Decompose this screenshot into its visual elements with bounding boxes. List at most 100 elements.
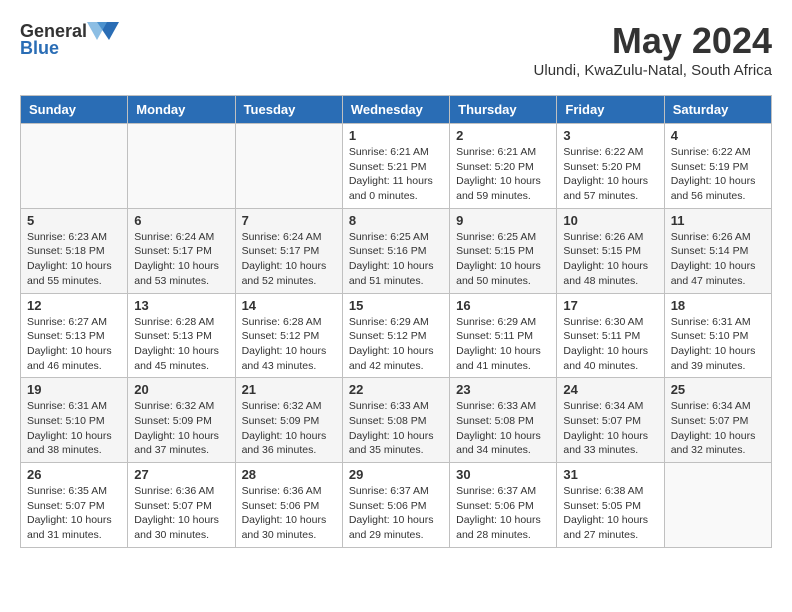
day-number: 27: [134, 467, 228, 482]
calendar-cell: 19 Sunrise: 6:31 AM Sunset: 5:10 PM Dayli…: [21, 378, 128, 463]
day-info: Sunrise: 6:36 AM Sunset: 5:06 PM Dayligh…: [242, 484, 336, 543]
day-info: Sunrise: 6:30 AM Sunset: 5:11 PM Dayligh…: [563, 315, 657, 374]
calendar-cell: 27Sunrise: 6:36 AM Sunset: 5:07 PM Dayli…: [128, 463, 235, 548]
calendar-cell: 13 Sunrise: 6:28 AM Sunset: 5:13 PM Dayli…: [128, 293, 235, 378]
calendar-cell: [128, 124, 235, 209]
day-info: Sunrise: 6:34 AM Sunset: 5:07 PM Dayligh…: [671, 399, 765, 458]
day-info: Sunrise: 6:26 AM Sunset: 5:15 PM Dayligh…: [563, 230, 657, 289]
calendar-cell: 23 Sunrise: 6:33 AM Sunset: 5:08 PM Dayli…: [450, 378, 557, 463]
day-number: 20: [134, 382, 228, 397]
calendar-cell: 31Sunrise: 6:38 AM Sunset: 5:05 PM Dayli…: [557, 463, 664, 548]
day-number: 7: [242, 213, 336, 228]
day-number: 22: [349, 382, 443, 397]
header-friday: Friday: [557, 96, 664, 124]
day-info: Sunrise: 6:28 AM Sunset: 5:13 PM Dayligh…: [134, 315, 228, 374]
day-info: Sunrise: 6:21 AM Sunset: 5:20 PM Dayligh…: [456, 145, 550, 204]
day-number: 3: [563, 128, 657, 143]
calendar-cell: 17Sunrise: 6:30 AM Sunset: 5:11 PM Dayli…: [557, 293, 664, 378]
day-info: Sunrise: 6:22 AM Sunset: 5:20 PM Dayligh…: [563, 145, 657, 204]
calendar-cell: 12 Sunrise: 6:27 AM Sunset: 5:13 PM Dayli…: [21, 293, 128, 378]
calendar-week-row: 19 Sunrise: 6:31 AM Sunset: 5:10 PM Dayli…: [21, 378, 772, 463]
day-number: 24: [563, 382, 657, 397]
calendar-cell: 24 Sunrise: 6:34 AM Sunset: 5:07 PM Dayli…: [557, 378, 664, 463]
calendar-cell: 7 Sunrise: 6:24 AM Sunset: 5:17 PM Daylig…: [235, 208, 342, 293]
day-number: 9: [456, 213, 550, 228]
calendar-cell: [664, 463, 771, 548]
calendar-cell: 25 Sunrise: 6:34 AM Sunset: 5:07 PM Dayli…: [664, 378, 771, 463]
day-info: Sunrise: 6:34 AM Sunset: 5:07 PM Dayligh…: [563, 399, 657, 458]
day-info: Sunrise: 6:31 AM Sunset: 5:10 PM Dayligh…: [27, 399, 121, 458]
day-info: Sunrise: 6:33 AM Sunset: 5:08 PM Dayligh…: [349, 399, 443, 458]
calendar-cell: 22 Sunrise: 6:33 AM Sunset: 5:08 PM Dayli…: [342, 378, 449, 463]
day-number: 13: [134, 298, 228, 313]
header-thursday: Thursday: [450, 96, 557, 124]
day-number: 30: [456, 467, 550, 482]
calendar-cell: 15 Sunrise: 6:29 AM Sunset: 5:12 PM Dayli…: [342, 293, 449, 378]
calendar-cell: 16 Sunrise: 6:29 AM Sunset: 5:11 PM Dayli…: [450, 293, 557, 378]
calendar-cell: [21, 124, 128, 209]
day-number: 10: [563, 213, 657, 228]
calendar-cell: 9 Sunrise: 6:25 AM Sunset: 5:15 PM Daylig…: [450, 208, 557, 293]
calendar-cell: 6 Sunrise: 6:24 AM Sunset: 5:17 PM Daylig…: [128, 208, 235, 293]
day-number: 28: [242, 467, 336, 482]
day-info: Sunrise: 6:32 AM Sunset: 5:09 PM Dayligh…: [134, 399, 228, 458]
calendar-cell: 8Sunrise: 6:25 AM Sunset: 5:16 PM Daylig…: [342, 208, 449, 293]
day-number: 25: [671, 382, 765, 397]
day-info: Sunrise: 6:33 AM Sunset: 5:08 PM Dayligh…: [456, 399, 550, 458]
calendar-cell: 10 Sunrise: 6:26 AM Sunset: 5:15 PM Dayli…: [557, 208, 664, 293]
day-info: Sunrise: 6:37 AM Sunset: 5:06 PM Dayligh…: [349, 484, 443, 543]
day-info: Sunrise: 6:23 AM Sunset: 5:18 PM Dayligh…: [27, 230, 121, 289]
day-info: Sunrise: 6:31 AM Sunset: 5:10 PM Dayligh…: [671, 315, 765, 374]
day-number: 18: [671, 298, 765, 313]
calendar-cell: 26 Sunrise: 6:35 AM Sunset: 5:07 PM Dayli…: [21, 463, 128, 548]
calendar-week-row: 5 Sunrise: 6:23 AM Sunset: 5:18 PM Daylig…: [21, 208, 772, 293]
logo-blue-text: Blue: [20, 38, 59, 59]
page-header: General Blue May 2024 Ulundi, KwaZulu-Na…: [20, 20, 772, 79]
calendar-cell: 4Sunrise: 6:22 AM Sunset: 5:19 PM Daylig…: [664, 124, 771, 209]
day-number: 6: [134, 213, 228, 228]
day-info: Sunrise: 6:22 AM Sunset: 5:19 PM Dayligh…: [671, 145, 765, 204]
day-number: 19: [27, 382, 121, 397]
calendar-week-row: 26 Sunrise: 6:35 AM Sunset: 5:07 PM Dayli…: [21, 463, 772, 548]
day-info: Sunrise: 6:29 AM Sunset: 5:11 PM Dayligh…: [456, 315, 550, 374]
day-number: 11: [671, 213, 765, 228]
day-info: Sunrise: 6:32 AM Sunset: 5:09 PM Dayligh…: [242, 399, 336, 458]
day-number: 12: [27, 298, 121, 313]
calendar-cell: 30Sunrise: 6:37 AM Sunset: 5:06 PM Dayli…: [450, 463, 557, 548]
location-subtitle: Ulundi, KwaZulu-Natal, South Africa: [534, 62, 772, 79]
day-number: 1: [349, 128, 443, 143]
day-number: 8: [349, 213, 443, 228]
calendar-cell: 14 Sunrise: 6:28 AM Sunset: 5:12 PM Dayli…: [235, 293, 342, 378]
header-monday: Monday: [128, 96, 235, 124]
calendar-cell: 11Sunrise: 6:26 AM Sunset: 5:14 PM Dayli…: [664, 208, 771, 293]
calendar-cell: 28 Sunrise: 6:36 AM Sunset: 5:06 PM Dayli…: [235, 463, 342, 548]
logo-icon: [87, 20, 119, 42]
title-area: May 2024 Ulundi, KwaZulu-Natal, South Af…: [534, 20, 772, 79]
day-info: Sunrise: 6:25 AM Sunset: 5:15 PM Dayligh…: [456, 230, 550, 289]
day-info: Sunrise: 6:35 AM Sunset: 5:07 PM Dayligh…: [27, 484, 121, 543]
header-sunday: Sunday: [21, 96, 128, 124]
calendar-cell: [235, 124, 342, 209]
calendar-cell: 2Sunrise: 6:21 AM Sunset: 5:20 PM Daylig…: [450, 124, 557, 209]
day-info: Sunrise: 6:24 AM Sunset: 5:17 PM Dayligh…: [134, 230, 228, 289]
calendar-cell: 1 Sunrise: 6:21 AM Sunset: 5:21 PM Daylig…: [342, 124, 449, 209]
day-number: 23: [456, 382, 550, 397]
day-number: 31: [563, 467, 657, 482]
day-number: 14: [242, 298, 336, 313]
calendar-cell: 5 Sunrise: 6:23 AM Sunset: 5:18 PM Daylig…: [21, 208, 128, 293]
calendar-cell: 18 Sunrise: 6:31 AM Sunset: 5:10 PM Dayli…: [664, 293, 771, 378]
day-info: Sunrise: 6:28 AM Sunset: 5:12 PM Dayligh…: [242, 315, 336, 374]
day-info: Sunrise: 6:27 AM Sunset: 5:13 PM Dayligh…: [27, 315, 121, 374]
day-info: Sunrise: 6:24 AM Sunset: 5:17 PM Dayligh…: [242, 230, 336, 289]
day-info: Sunrise: 6:29 AM Sunset: 5:12 PM Dayligh…: [349, 315, 443, 374]
calendar-cell: 20 Sunrise: 6:32 AM Sunset: 5:09 PM Dayli…: [128, 378, 235, 463]
header-saturday: Saturday: [664, 96, 771, 124]
day-info: Sunrise: 6:21 AM Sunset: 5:21 PM Dayligh…: [349, 145, 443, 204]
month-title: May 2024: [534, 20, 772, 62]
calendar-week-row: 1 Sunrise: 6:21 AM Sunset: 5:21 PM Daylig…: [21, 124, 772, 209]
day-number: 26: [27, 467, 121, 482]
day-number: 16: [456, 298, 550, 313]
day-number: 15: [349, 298, 443, 313]
logo: General Blue: [20, 20, 119, 59]
day-number: 5: [27, 213, 121, 228]
